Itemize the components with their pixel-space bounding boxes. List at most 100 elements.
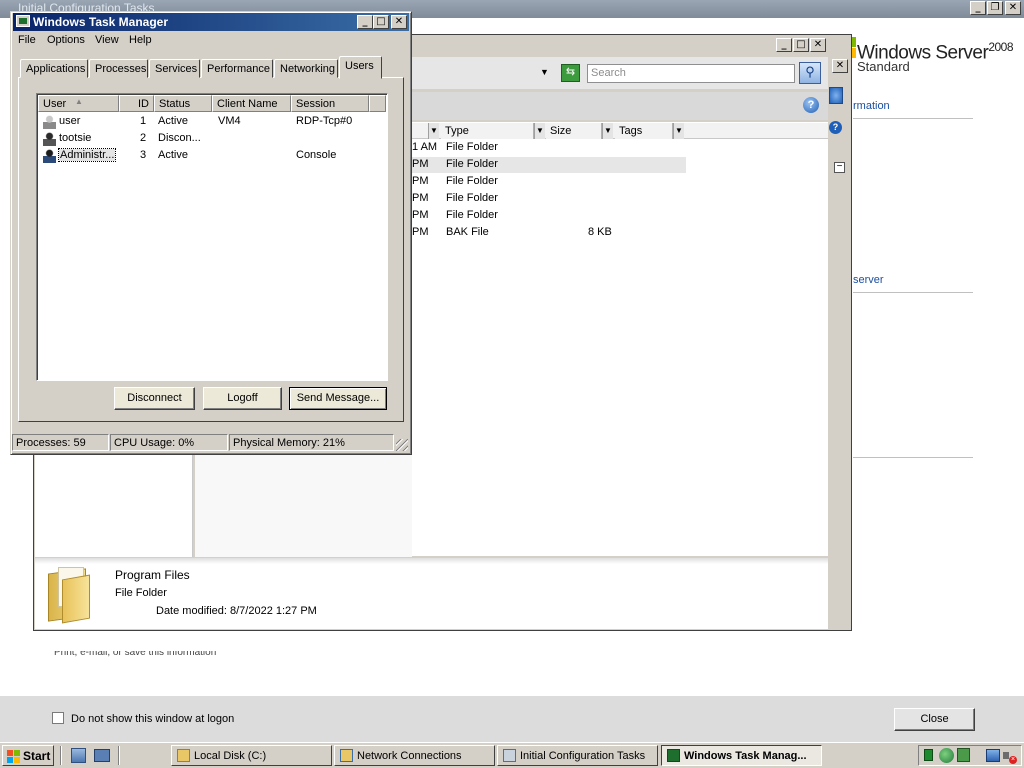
user-name: Administr... <box>57 148 117 162</box>
ict-minimize-button[interactable]: _ <box>970 1 986 15</box>
menu-view[interactable]: View <box>95 34 119 46</box>
disconnect-button[interactable]: Disconnect <box>114 387 195 410</box>
date-column-dropdown-icon[interactable]: ▼ <box>428 123 439 139</box>
user-id: 2 <box>140 132 147 144</box>
security-tray-icon[interactable] <box>957 748 970 762</box>
quick-launch-divider <box>118 746 120 765</box>
menu-options[interactable]: Options <box>47 34 85 46</box>
taskbar-task-manager[interactable]: Windows Task Manag... <box>661 745 822 766</box>
taskbar-local-disk[interactable]: Local Disk (C:) <box>171 745 332 766</box>
section-divider <box>853 292 973 293</box>
column-status[interactable]: Status <box>154 95 212 112</box>
folder-icon <box>177 749 190 762</box>
column-session[interactable]: Session <box>291 95 369 112</box>
explorer-minimize-button[interactable]: _ <box>776 38 792 52</box>
dont-show-label: Do not show this window at logon <box>71 713 235 725</box>
column-tags[interactable]: Tags <box>615 123 673 139</box>
file-row-type[interactable]: File Folder <box>446 158 498 170</box>
tab-applications[interactable]: Applications <box>20 59 88 78</box>
explorer-close-button[interactable]: ✕ <box>810 38 826 52</box>
tab-performance[interactable]: Performance <box>201 59 273 78</box>
file-row-type[interactable]: File Folder <box>446 175 498 187</box>
search-input[interactable]: Search <box>587 64 795 83</box>
column-id[interactable]: ID <box>119 95 154 112</box>
menu-file[interactable]: File <box>18 34 36 46</box>
file-row-modified[interactable]: PM <box>412 209 429 221</box>
column-type[interactable]: Type <box>441 123 534 139</box>
file-row-size[interactable]: 8 KB <box>588 226 612 238</box>
user-status: Discon... <box>158 132 201 144</box>
details-pane-border <box>35 558 828 564</box>
file-row-modified[interactable]: PM <box>412 175 429 187</box>
explorer-titlebar <box>412 36 828 54</box>
file-row-type[interactable]: BAK File <box>446 226 489 238</box>
send-message-button[interactable]: Send Message... <box>289 387 387 410</box>
ict-close-dialog-button[interactable]: Close <box>894 708 975 731</box>
tm-maximize-button[interactable]: □ <box>373 15 389 29</box>
taskbar-network-connections[interactable]: Network Connections <box>334 745 495 766</box>
file-row-modified[interactable]: PM <box>412 192 429 204</box>
refresh-icon[interactable]: ⇆ <box>561 64 580 82</box>
collapse-section-icon[interactable]: − <box>834 162 845 173</box>
update-server-link[interactable]: server <box>853 274 884 286</box>
file-row-modified[interactable]: PM <box>412 158 429 170</box>
column-client-name[interactable]: Client Name <box>212 95 291 112</box>
windows-edition: Standard <box>857 59 910 74</box>
volume-muted-icon[interactable]: × <box>1003 748 1018 764</box>
folder-icon <box>44 563 92 624</box>
task-manager-icon <box>16 15 30 27</box>
user-id: 1 <box>140 115 147 127</box>
server-manager-quicklaunch-icon[interactable] <box>71 748 86 763</box>
user-session: RDP-Tcp#0 <box>296 115 353 127</box>
search-icon[interactable]: ⚲ <box>799 62 821 84</box>
show-desktop-quicklaunch-icon[interactable] <box>94 749 110 762</box>
file-row-type[interactable]: File Folder <box>446 192 498 204</box>
status-physical-memory: Physical Memory: 21% <box>229 434 394 451</box>
ict-pane-close-button[interactable]: ✕ <box>832 59 848 73</box>
address-dropdown-icon[interactable]: ▼ <box>540 67 549 77</box>
tab-users[interactable]: Users <box>339 56 382 79</box>
network-globe-icon[interactable] <box>939 748 954 763</box>
resize-grip-icon[interactable] <box>396 439 408 451</box>
section-divider <box>853 118 973 119</box>
windows-flag-icon <box>7 750 20 763</box>
file-row-modified[interactable]: PM <box>412 226 429 238</box>
admin-user-icon <box>43 149 56 163</box>
file-row-type[interactable]: File Folder <box>446 141 498 153</box>
tab-processes[interactable]: Processes <box>89 59 148 78</box>
taskbar-initial-configuration-tasks[interactable]: Initial Configuration Tasks <box>497 745 658 766</box>
provide-info-link[interactable]: rmation <box>853 100 890 112</box>
tab-services[interactable]: Services <box>149 59 200 78</box>
help-icon[interactable]: ? <box>803 97 819 113</box>
file-row-type[interactable]: File Folder <box>446 209 498 221</box>
task-manager-title: Windows Task Manager <box>33 15 169 29</box>
ict-restore-button[interactable]: ❐ <box>987 1 1003 15</box>
tm-minimize-button[interactable]: _ <box>357 15 373 29</box>
network-folder-icon <box>340 749 353 762</box>
explorer-command-bar <box>412 92 828 120</box>
dont-show-checkbox[interactable] <box>52 712 64 724</box>
ict-help-icon[interactable]: ? <box>829 121 842 134</box>
file-list <box>412 122 828 556</box>
section-divider <box>853 457 973 458</box>
logoff-button[interactable]: Logoff <box>203 387 282 410</box>
user-client-name: VM4 <box>218 115 241 127</box>
task-manager-titlebar: Windows Task Manager <box>13 13 409 31</box>
task-manager-tray-icon[interactable] <box>924 749 933 761</box>
start-button[interactable]: Start <box>2 745 54 766</box>
details-modified-label: Date modified: <box>156 605 227 617</box>
tm-close-button[interactable]: ✕ <box>391 15 407 29</box>
size-column-dropdown-icon[interactable]: ▼ <box>602 123 613 139</box>
menu-help[interactable]: Help <box>129 34 152 46</box>
file-row-modified[interactable]: 1 AM <box>412 141 437 153</box>
tags-column-dropdown-icon[interactable]: ▼ <box>673 123 684 139</box>
network-connection-tray-icon[interactable] <box>986 749 1000 762</box>
type-column-dropdown-icon[interactable]: ▼ <box>534 123 545 139</box>
column-size[interactable]: Size <box>546 123 602 139</box>
tab-networking[interactable]: Networking <box>274 59 338 78</box>
ict-close-button[interactable]: ✕ <box>1005 1 1021 15</box>
explorer-maximize-button[interactable]: □ <box>793 38 809 52</box>
navigation-pane <box>35 445 193 557</box>
details-item-type: File Folder <box>115 587 167 599</box>
column-user[interactable]: User ▲ <box>38 95 119 112</box>
